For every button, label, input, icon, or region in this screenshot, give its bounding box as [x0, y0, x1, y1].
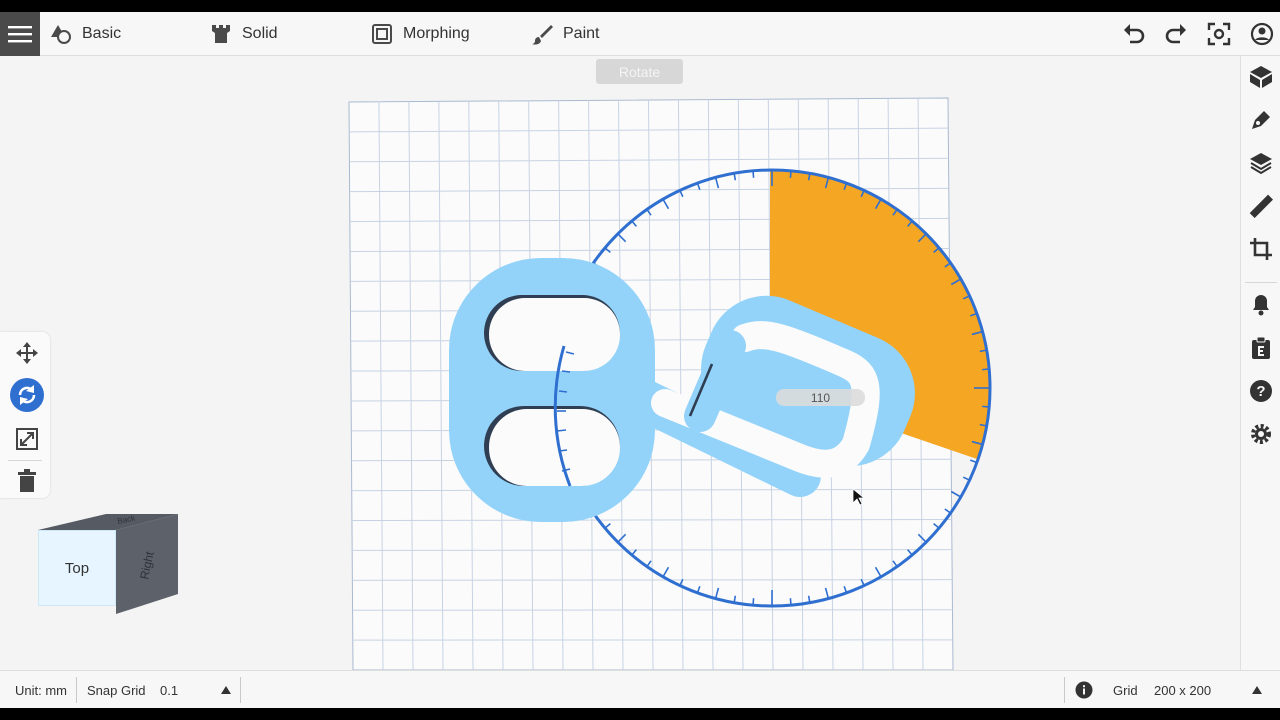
tool-solid-button[interactable]: Solid — [210, 12, 278, 56]
hamburger-icon — [8, 26, 32, 43]
status-bar: Unit: mm Snap Grid 0.1 Grid 200 x 200 — [0, 670, 1280, 708]
delete-icon — [18, 469, 36, 492]
info-icon — [1075, 681, 1093, 699]
left-tools-separator — [8, 460, 42, 461]
paintbrush-icon — [532, 25, 553, 45]
view-cube-top-face[interactable]: Top — [38, 530, 116, 606]
tool-morphing-label: Morphing — [403, 25, 470, 42]
angle-readout: 110 — [810, 390, 831, 405]
castle-tower-icon — [212, 25, 230, 43]
snap-grid-dropdown-button[interactable] — [220, 671, 232, 708]
3d-viewport[interactable]: 110 Rotate Back Right Top — [0, 56, 1240, 670]
status-divider — [1064, 677, 1065, 703]
help-icon: ? — [1250, 380, 1272, 402]
tool-basic-label: Basic — [82, 25, 122, 42]
hamburger-menu-button[interactable] — [0, 12, 40, 56]
caret-up-icon — [1252, 686, 1262, 694]
morph-icon — [372, 24, 392, 44]
delete-tool-button[interactable] — [10, 464, 44, 498]
undo-button[interactable] — [1119, 19, 1149, 49]
fit-view-button[interactable] — [1204, 19, 1234, 49]
sidebar-layers-button[interactable] — [1246, 148, 1276, 178]
sidebar-measure-button[interactable] — [1246, 191, 1276, 221]
box-3d-icon — [1250, 66, 1272, 88]
sidebar-help-button[interactable]: ? — [1246, 376, 1276, 406]
fit-view-icon — [1207, 22, 1231, 46]
sidebar-separator — [1245, 282, 1277, 283]
top-toolbar: Basic Solid Morphing Paint — [0, 12, 1280, 56]
tool-basic-button[interactable]: Basic — [50, 12, 121, 56]
sidebar-crop-button[interactable] — [1246, 234, 1276, 264]
grid-info-button[interactable] — [1075, 671, 1093, 708]
clipboard-icon — [1252, 336, 1270, 359]
snap-grid-label: Snap Grid — [87, 682, 146, 698]
scene-canvas[interactable] — [0, 56, 1240, 670]
grid-size-value[interactable]: 200 x 200 — [1154, 671, 1211, 708]
pen-tool-icon — [1252, 111, 1270, 129]
account-icon — [1250, 22, 1274, 46]
scale-icon — [16, 428, 38, 450]
rotate-icon — [18, 385, 36, 405]
right-sidebar: ? — [1240, 56, 1280, 670]
view-cube[interactable]: Back Right Top — [36, 508, 182, 618]
app-window: Basic Solid Morphing Paint 110 Rotate Ba… — [0, 12, 1280, 708]
caret-up-icon — [221, 686, 231, 694]
status-divider — [240, 677, 241, 703]
transform-toolbar — [0, 332, 50, 498]
crop-icon — [1250, 238, 1272, 260]
layers-icon — [1250, 153, 1272, 175]
svg-text:?: ? — [1256, 383, 1265, 400]
tool-paint-label: Paint — [563, 25, 600, 42]
account-button[interactable] — [1247, 19, 1277, 49]
redo-button[interactable] — [1161, 19, 1191, 49]
grid-dropdown-button[interactable] — [1251, 671, 1263, 708]
sidebar-clipboard-button[interactable] — [1246, 333, 1276, 363]
tool-morphing-button[interactable]: Morphing — [371, 12, 470, 56]
rotate-tool-button[interactable] — [10, 378, 44, 412]
tool-paint-button[interactable]: Paint — [531, 12, 599, 56]
move-icon — [16, 342, 38, 364]
bell-icon — [1253, 295, 1269, 316]
status-divider — [76, 677, 77, 703]
tool-solid-label: Solid — [242, 25, 278, 42]
sidebar-objects-button[interactable] — [1246, 62, 1276, 92]
redo-icon — [1165, 24, 1186, 44]
scale-tool-button[interactable] — [10, 422, 44, 456]
move-tool-button[interactable] — [10, 336, 44, 370]
unit-readout: Unit: mm — [15, 682, 67, 698]
ruler-icon — [1249, 194, 1273, 218]
mode-rotate-chip: Rotate — [596, 59, 683, 84]
snap-grid-value[interactable]: 0.1 — [160, 671, 178, 708]
sidebar-edit-button[interactable] — [1246, 105, 1276, 135]
settings-icon — [1251, 424, 1271, 444]
sidebar-notifications-button[interactable] — [1246, 290, 1276, 320]
sidebar-settings-button[interactable] — [1246, 419, 1276, 449]
basic-shapes-icon — [51, 25, 71, 44]
undo-icon — [1124, 24, 1145, 44]
grid-label: Grid — [1113, 682, 1138, 698]
